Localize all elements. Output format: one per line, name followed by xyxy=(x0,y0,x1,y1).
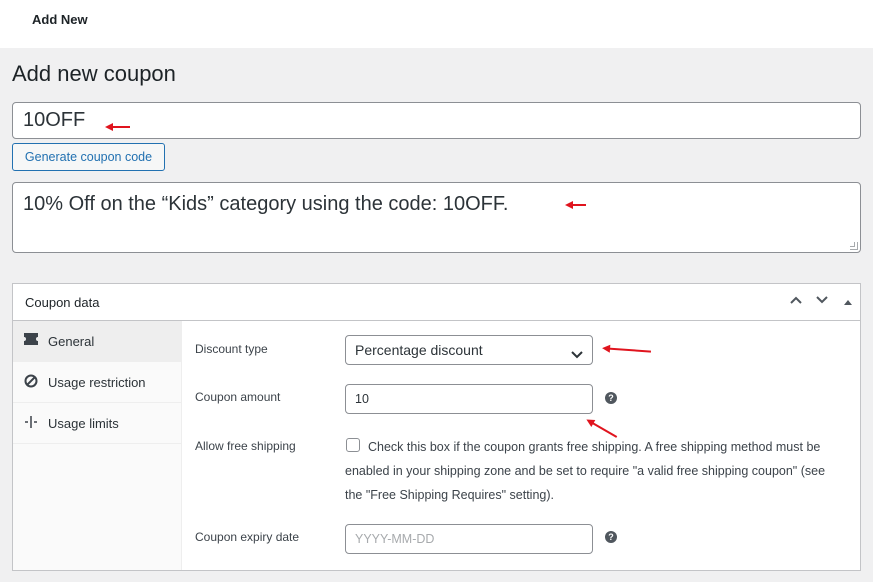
free-shipping-label: Allow free shipping xyxy=(195,439,296,453)
chevron-down-icon xyxy=(570,342,584,359)
annotation-arrow xyxy=(604,347,652,353)
move-up-icon[interactable] xyxy=(786,292,806,312)
tab-usage-restriction[interactable]: Usage restriction xyxy=(13,362,182,403)
ticket-icon xyxy=(23,333,39,349)
coupon-description-textarea[interactable]: 10% Off on the “Kids” category using the… xyxy=(12,182,861,253)
coupon-amount-input[interactable]: 10 xyxy=(345,384,593,414)
tab-label: General xyxy=(48,334,95,349)
block-icon xyxy=(23,374,39,390)
top-bar: Add New xyxy=(0,0,873,48)
expiry-date-label: Coupon expiry date xyxy=(195,530,300,544)
limits-icon xyxy=(23,415,39,431)
help-icon[interactable]: ? xyxy=(605,531,617,543)
tab-label: Usage restriction xyxy=(48,375,146,390)
page-title: Add new coupon xyxy=(12,61,176,86)
collapse-toggle-icon[interactable] xyxy=(838,292,858,312)
coupon-amount-label: Coupon amount xyxy=(195,390,281,404)
coupon-data-panel: Coupon data General Usage restriction Us… xyxy=(12,283,861,571)
discount-type-select[interactable]: Percentage discount xyxy=(345,335,593,365)
move-down-icon[interactable] xyxy=(812,292,832,312)
free-shipping-description: Check this box if the coupon grants free… xyxy=(345,440,826,502)
coupon-code-input[interactable]: 10OFF xyxy=(12,102,861,139)
annotation-arrow xyxy=(565,201,586,209)
panel-title: Coupon data xyxy=(25,295,100,310)
discount-type-label: Discount type xyxy=(195,342,268,356)
free-shipping-checkbox[interactable] xyxy=(346,438,360,452)
tab-usage-limits[interactable]: Usage limits xyxy=(13,403,182,444)
help-icon[interactable]: ? xyxy=(605,392,617,404)
generate-coupon-code-button[interactable]: Generate coupon code xyxy=(12,143,165,171)
panel-header: Coupon data xyxy=(13,284,860,321)
annotation-arrow xyxy=(105,123,130,131)
expiry-date-input[interactable]: YYYY-MM-DD xyxy=(345,524,593,554)
tab-label: Usage limits xyxy=(48,416,119,431)
resize-handle-icon[interactable] xyxy=(850,242,858,250)
description-text: 10% Off on the “Kids” category using the… xyxy=(23,193,509,215)
coupon-data-tabs: General Usage restriction Usage limits xyxy=(13,321,182,570)
breadcrumb: Add New xyxy=(32,12,88,27)
tab-general[interactable]: General xyxy=(13,321,182,362)
discount-type-value: Percentage discount xyxy=(355,342,483,358)
